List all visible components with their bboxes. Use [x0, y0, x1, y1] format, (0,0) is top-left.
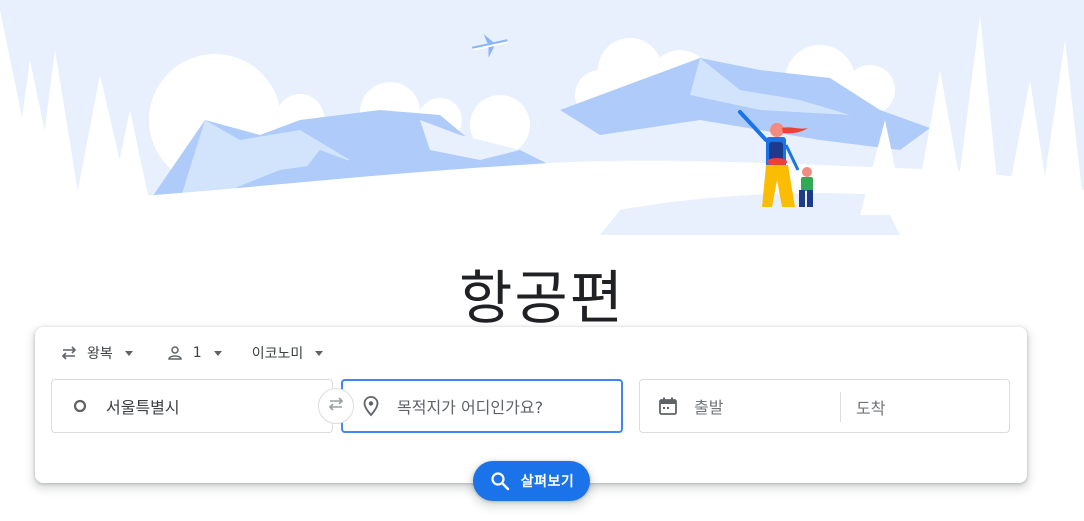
origin-field[interactable]: 서울특별시 — [51, 379, 333, 433]
cabin-class-label: 이코노미 — [251, 346, 304, 362]
chevron-down-icon — [213, 350, 222, 356]
flight-search-card: 왕복 1 이코노미 서울특별시 목적지가 어디인가요? 출발 도착 — [35, 327, 1027, 483]
chevron-down-icon — [124, 350, 133, 356]
passenger-count: 1 — [192, 345, 202, 361]
swap-locations-button[interactable] — [318, 388, 354, 424]
swap-horiz-icon — [59, 343, 79, 363]
page-title: 항공편 — [458, 263, 626, 332]
date-field[interactable]: 출발 도착 — [639, 379, 1010, 433]
cabin-class-dropdown[interactable]: 이코노미 — [252, 341, 324, 365]
departure-date-input[interactable]: 출발 — [694, 394, 723, 418]
passenger-dropdown[interactable]: 1 — [165, 341, 222, 365]
return-date-input[interactable]: 도착 — [856, 380, 885, 434]
location-pin-icon — [359, 394, 383, 418]
search-icon — [489, 470, 511, 492]
origin-value: 서울특별시 — [106, 398, 180, 417]
trip-type-dropdown[interactable]: 왕복 — [59, 341, 133, 365]
date-divider — [840, 392, 841, 422]
calendar-icon — [656, 394, 680, 418]
search-button[interactable]: 살펴보기 — [473, 461, 590, 501]
destination-field[interactable]: 목적지가 어디인가요? — [341, 379, 623, 433]
swap-arrows-icon — [326, 394, 346, 418]
chevron-down-icon — [315, 350, 324, 356]
hero-illustration — [0, 0, 1084, 235]
trip-type-label: 왕복 — [87, 346, 113, 362]
search-options-row: 왕복 1 이코노미 — [59, 341, 324, 365]
destination-input: 목적지가 어디인가요? — [397, 398, 544, 417]
person-outline-icon — [165, 343, 185, 363]
travel-illustration — [0, 0, 1084, 235]
circle-outline-icon — [68, 394, 92, 418]
search-button-label: 살펴보기 — [520, 474, 575, 490]
